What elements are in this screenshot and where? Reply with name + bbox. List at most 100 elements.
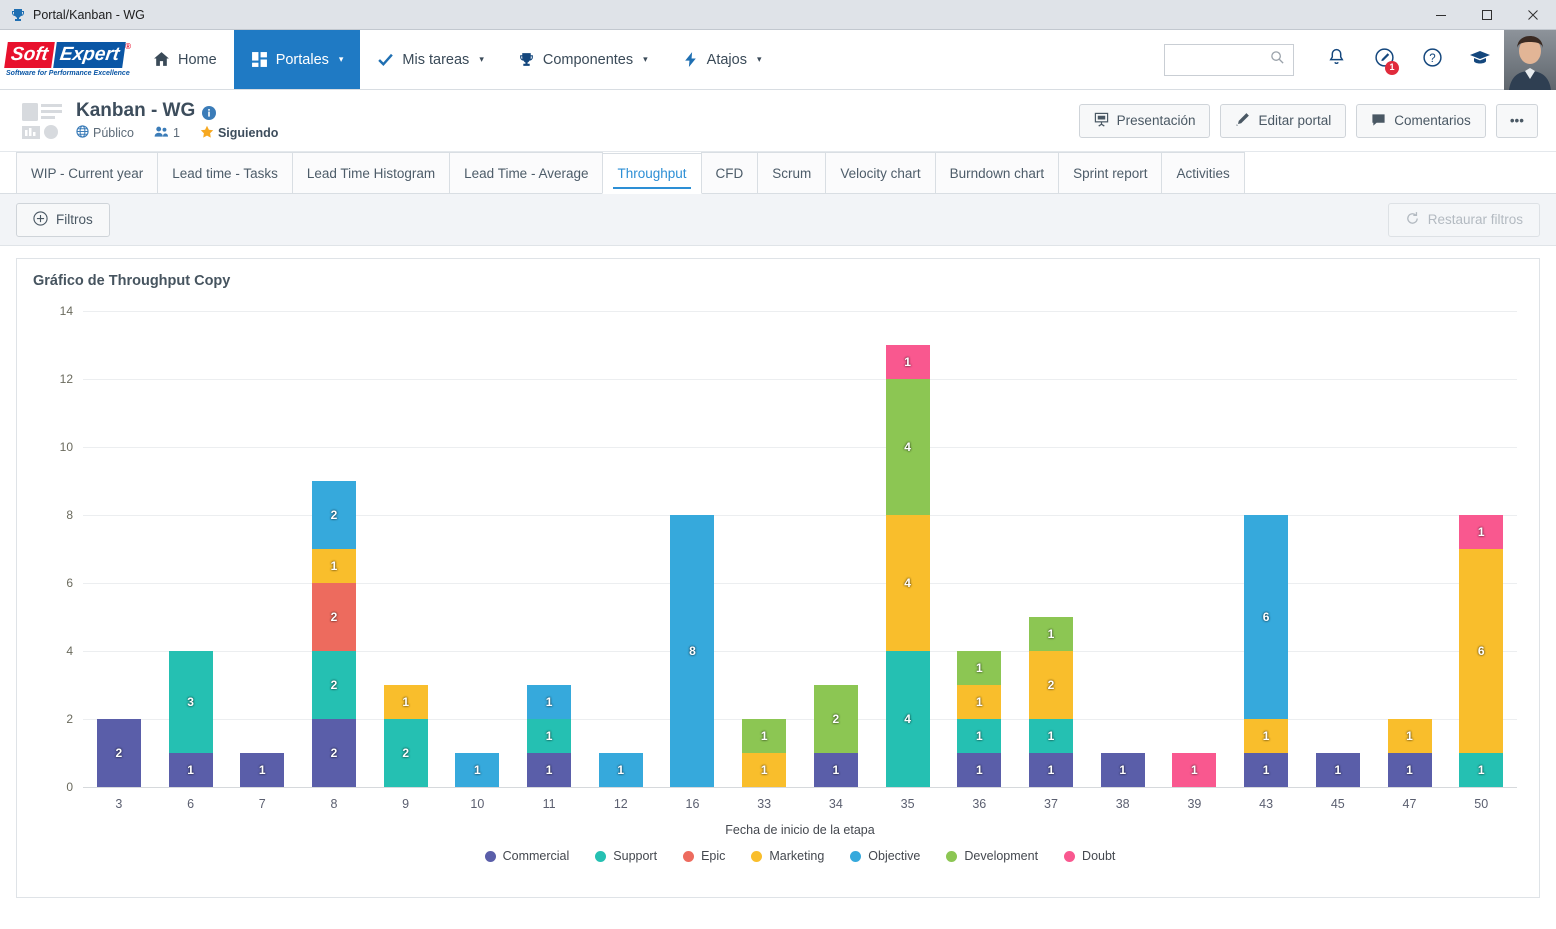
bar-segment[interactable]: 1 [168, 753, 213, 787]
bar-segment[interactable]: 1 [957, 685, 1002, 719]
bar-segment[interactable]: 1 [957, 719, 1002, 753]
tab-lead-time-average[interactable]: Lead Time - Average [449, 152, 604, 193]
bar-segment[interactable]: 1 [1028, 753, 1073, 787]
bar-segment[interactable]: 1 [240, 753, 285, 787]
tab-lead-time-tasks[interactable]: Lead time - Tasks [157, 152, 293, 193]
bar-segment[interactable]: 2 [311, 719, 356, 787]
bar-segment[interactable]: 1 [813, 753, 858, 787]
bar-segment[interactable]: 1 [311, 549, 356, 583]
bar-segment[interactable]: 4 [885, 651, 930, 787]
restore-filters-button[interactable]: Restaurar filtros [1387, 202, 1540, 237]
bar-segment[interactable]: 1 [1387, 753, 1432, 787]
nav-item-home[interactable]: Home [136, 30, 234, 89]
bar-stack[interactable]: 116 [1244, 311, 1289, 787]
legend-item[interactable]: Support [595, 849, 657, 863]
legend-item[interactable]: Epic [683, 849, 725, 863]
bar-stack[interactable]: 22212 [311, 311, 356, 787]
legend-item[interactable]: Marketing [751, 849, 824, 863]
bar-stack[interactable]: 1 [598, 311, 643, 787]
portal-following[interactable]: Siguiendo [200, 125, 278, 142]
nav-item-atajos[interactable]: Atajos ▾ [665, 30, 779, 89]
bar-segment[interactable]: 1 [383, 685, 428, 719]
legend-item[interactable]: Commercial [484, 849, 569, 863]
bar-segment[interactable]: 2 [311, 583, 356, 651]
more-options-button[interactable]: ••• [1495, 103, 1538, 138]
bar-stack[interactable]: 2 [96, 311, 141, 787]
bar-segment[interactable]: 1 [1244, 753, 1289, 787]
bar-segment[interactable]: 1 [1315, 753, 1360, 787]
bar-stack[interactable]: 12 [813, 311, 858, 787]
search-input[interactable] [1173, 51, 1270, 68]
feedback-button[interactable]: 1 [1360, 30, 1408, 90]
edit-portal-button[interactable]: Editar portal [1220, 103, 1347, 138]
presentation-button[interactable]: Presentación [1078, 103, 1211, 138]
bar-segment[interactable]: 2 [383, 719, 428, 787]
bar-segment[interactable]: 1 [1387, 719, 1432, 753]
maximize-button[interactable] [1464, 0, 1510, 30]
bar-stack[interactable]: 11 [1387, 311, 1432, 787]
bar-segment[interactable]: 1 [1100, 753, 1145, 787]
bar-segment[interactable]: 1 [1172, 753, 1217, 787]
bar-segment[interactable]: 1 [1244, 719, 1289, 753]
nav-item-mis-tareas[interactable]: Mis tareas ▾ [360, 30, 500, 89]
bar-segment[interactable]: 1 [1028, 719, 1073, 753]
academy-button[interactable] [1456, 30, 1504, 90]
bar-stack[interactable]: 11 [742, 311, 787, 787]
legend-item[interactable]: Doubt [1064, 849, 1115, 863]
tab-activities[interactable]: Activities [1161, 152, 1245, 193]
bar-segment[interactable]: 2 [1028, 651, 1073, 719]
bar-segment[interactable]: 6 [1459, 549, 1504, 753]
bar-stack[interactable]: 161 [1459, 311, 1504, 787]
bar-segment[interactable]: 1 [742, 753, 787, 787]
bar-segment[interactable]: 1 [1459, 515, 1504, 549]
bar-segment[interactable]: 3 [168, 651, 213, 753]
legend-item[interactable]: Objective [850, 849, 920, 863]
nav-item-componentes[interactable]: Componentes ▾ [501, 30, 665, 89]
bar-stack[interactable]: 1 [1100, 311, 1145, 787]
bar-segment[interactable]: 1 [1459, 753, 1504, 787]
bar-segment[interactable]: 1 [957, 651, 1002, 685]
comments-button[interactable]: Comentarios [1356, 103, 1486, 138]
avatar[interactable] [1504, 29, 1556, 90]
tab-scrum[interactable]: Scrum [757, 152, 827, 193]
tab-lead-time-histogram[interactable]: Lead Time Histogram [291, 152, 451, 193]
bar-segment[interactable]: 1 [885, 345, 930, 379]
bar-segment[interactable]: 2 [311, 651, 356, 719]
bar-segment[interactable]: 1 [742, 719, 787, 753]
tab-throughput[interactable]: Throughput [602, 153, 702, 194]
bar-segment[interactable]: 1 [527, 719, 572, 753]
bar-segment[interactable]: 8 [670, 515, 715, 787]
bar-stack[interactable]: 13 [168, 311, 213, 787]
notifications-button[interactable] [1312, 30, 1360, 90]
softexpert-logo[interactable]: Soft Expert ® Software for Performance E… [0, 30, 136, 89]
minimize-button[interactable] [1418, 0, 1464, 30]
bar-segment[interactable]: 1 [455, 753, 500, 787]
info-icon[interactable] [202, 104, 217, 120]
tab-sprint-report[interactable]: Sprint report [1058, 152, 1163, 193]
bar-segment[interactable]: 2 [96, 719, 141, 787]
tab-cfd[interactable]: CFD [700, 152, 759, 193]
bar-stack[interactable]: 1 [1172, 311, 1217, 787]
bar-stack[interactable]: 1 [455, 311, 500, 787]
bar-stack[interactable]: 1121 [1028, 311, 1073, 787]
bar-segment[interactable]: 4 [885, 379, 930, 515]
bar-segment[interactable]: 1 [527, 753, 572, 787]
bar-segment[interactable]: 2 [813, 685, 858, 753]
bar-stack[interactable]: 21 [383, 311, 428, 787]
bar-stack[interactable]: 8 [670, 311, 715, 787]
bar-segment[interactable]: 2 [311, 481, 356, 549]
bar-stack[interactable]: 1111 [957, 311, 1002, 787]
search-icon[interactable] [1270, 50, 1285, 70]
bar-segment[interactable]: 1 [527, 685, 572, 719]
bar-segment[interactable]: 6 [1244, 515, 1289, 719]
bar-stack[interactable]: 4441 [885, 311, 930, 787]
bar-stack[interactable]: 1 [240, 311, 285, 787]
tab-velocity-chart[interactable]: Velocity chart [825, 152, 936, 193]
bar-segment[interactable]: 1 [1028, 617, 1073, 651]
filters-button[interactable]: Filtros [16, 202, 110, 237]
tab-burndown-chart[interactable]: Burndown chart [934, 152, 1060, 193]
search-box[interactable] [1164, 43, 1294, 76]
help-button[interactable]: ? [1408, 30, 1456, 90]
bar-stack[interactable]: 1 [1315, 311, 1360, 787]
bar-segment[interactable]: 4 [885, 515, 930, 651]
